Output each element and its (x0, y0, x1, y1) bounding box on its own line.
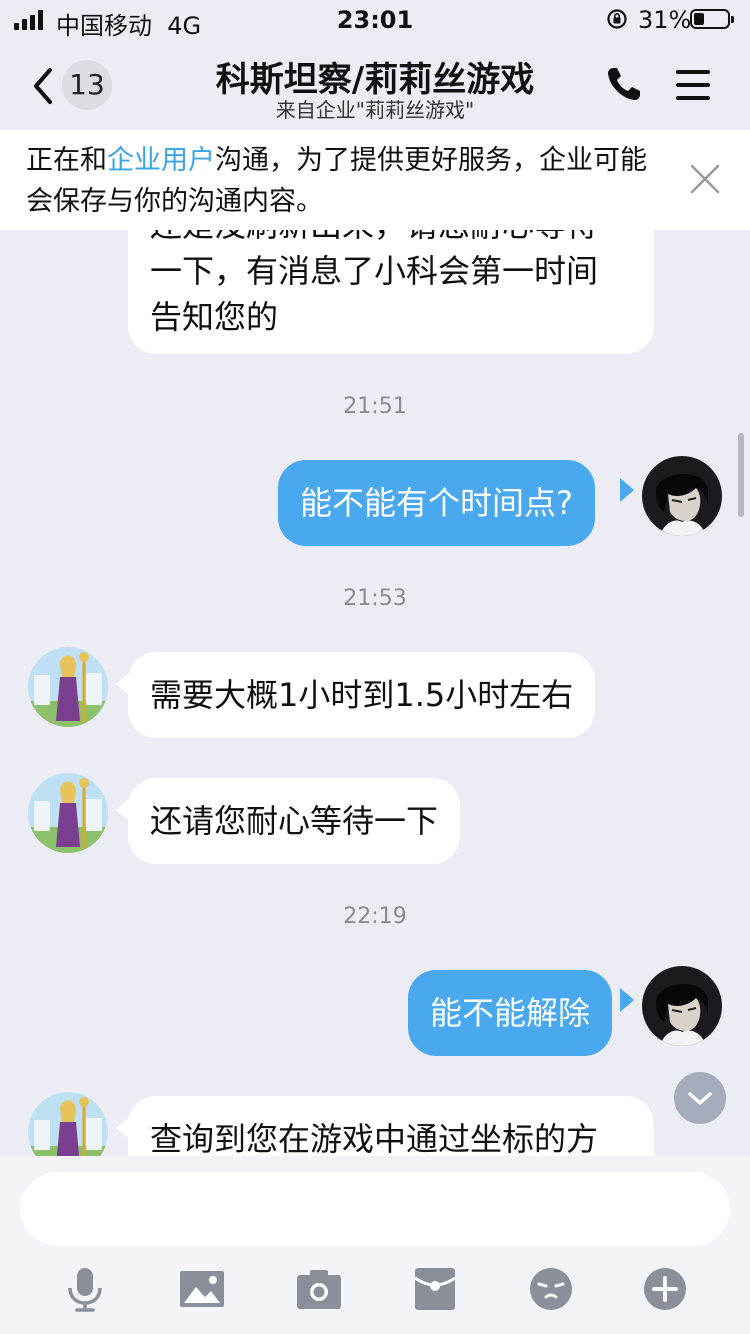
message-timestamp: 21:53 (343, 586, 407, 611)
outgoing-message-bubble[interactable]: 能不能解除 (408, 970, 613, 1056)
close-icon[interactable] (688, 162, 722, 196)
user-avatar[interactable] (642, 456, 722, 536)
privacy-notice-banner: 正在和企业用户沟通，为了提供更好服务，企业可能会保存与你的沟通内容。 (0, 130, 750, 230)
notice-text: 正在和企业用户沟通，为了提供更好服务，企业可能会保存与你的沟通内容。 (26, 145, 647, 217)
camera-button[interactable] (294, 1264, 344, 1314)
voice-button[interactable] (60, 1264, 110, 1314)
image-icon (180, 1271, 224, 1307)
message-input[interactable] (20, 1172, 730, 1246)
agent-avatar[interactable] (28, 1092, 108, 1156)
chat-subtitle: 来自企业"莉莉丝游戏" (275, 98, 475, 122)
message-timestamp: 22:19 (343, 904, 407, 929)
rotation-lock-icon (607, 9, 627, 29)
message-timestamp: 21:51 (343, 394, 407, 419)
status-bar: 中国移动 4G 23:01 31% (0, 0, 750, 40)
incoming-message-bubble[interactable]: 还请您耐心等待一下 (128, 778, 461, 864)
bubble-tail (620, 478, 634, 502)
camera-icon (297, 1270, 341, 1309)
bubble-tail (620, 988, 634, 1012)
agent-avatar[interactable] (28, 647, 108, 727)
message-input-bar (0, 1156, 750, 1334)
plus-icon (644, 1268, 686, 1310)
phone-icon[interactable] (604, 64, 644, 104)
enterprise-user-link[interactable]: 企业用户 (107, 145, 215, 176)
menu-icon[interactable] (676, 70, 710, 100)
unread-count-badge[interactable]: 13 (62, 60, 112, 110)
user-avatar[interactable] (642, 966, 722, 1046)
image-button[interactable] (177, 1264, 227, 1314)
back-chevron-icon[interactable] (28, 66, 58, 106)
chat-header: 13 科斯坦察/莉莉丝游戏 来自企业"莉莉丝游戏" (0, 40, 750, 130)
chevron-down-icon (688, 1092, 712, 1105)
outgoing-message-bubble[interactable]: 能不能有个时间点? (278, 460, 595, 546)
chat-message-list: 还是没刷新出来，请您耐心等待 一下，有消息了小科会第一时间 告知您的 21:51… (0, 230, 750, 1156)
scrollbar[interactable] (738, 433, 744, 517)
emoji-button[interactable] (526, 1264, 576, 1314)
scroll-to-bottom-button[interactable] (674, 1072, 726, 1124)
incoming-message-bubble[interactable]: 还是没刷新出来，请您耐心等待 一下，有消息了小科会第一时间 告知您的 (128, 230, 654, 354)
emoji-icon (530, 1268, 572, 1310)
incoming-message-bubble[interactable]: 查询到您在游戏中通过坐标的方 (128, 1096, 654, 1156)
incoming-message-bubble[interactable]: 需要大概1小时到1.5小时左右 (128, 652, 596, 738)
battery-percent: 31% (638, 6, 692, 34)
battery-icon (690, 9, 734, 29)
red-packet-button[interactable] (410, 1264, 460, 1314)
agent-avatar[interactable] (28, 773, 108, 853)
red-packet-icon (414, 1268, 456, 1310)
microphone-icon (68, 1268, 102, 1312)
more-button[interactable] (640, 1264, 690, 1314)
